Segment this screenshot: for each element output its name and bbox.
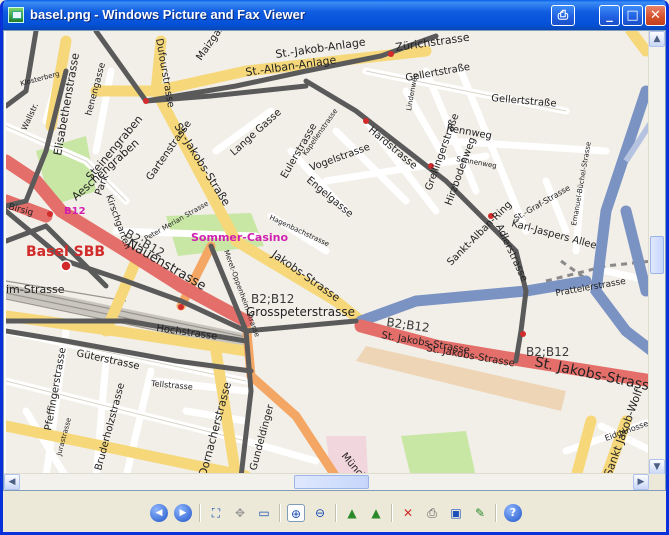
maximize-button[interactable]: □: [622, 5, 643, 26]
map-image[interactable]: St.-Alban-Anlage St.-Jakob-Anlage Zürich…: [6, 31, 652, 477]
previous-image-button[interactable]: ◀: [150, 504, 168, 522]
image-viewport[interactable]: St.-Alban-Anlage St.-Jakob-Anlage Zürich…: [3, 30, 666, 491]
save-button[interactable]: ▣: [447, 504, 465, 522]
poi-sommer-casino: Sommer-Casino: [191, 231, 288, 244]
best-fit-button[interactable]: ⛶: [207, 504, 225, 522]
edit-button[interactable]: ✎: [471, 504, 489, 522]
route-label-b2b12-d: B2;B12: [526, 345, 569, 359]
label-grosspeterstrasse: Grosspeterstrasse: [246, 305, 355, 319]
rotate-counterclockwise-button[interactable]: ▲: [367, 504, 385, 522]
close-button[interactable]: ✕: [645, 5, 666, 26]
toolbar-separator: [199, 504, 201, 522]
viewer-toolbar: ◀ ▶ ⛶ ✥ ▭ ⊕ ⊖ ▲ ▲ ✕ ⎙ ▣ ✎ ?: [3, 491, 666, 532]
toolbar-separator: [391, 504, 393, 522]
next-image-button[interactable]: ▶: [174, 504, 192, 522]
scroll-up-arrow-icon[interactable]: ▲: [649, 31, 665, 47]
printer-icon[interactable]: ⎙: [551, 5, 575, 26]
rotate-clockwise-button[interactable]: ▲: [343, 504, 361, 522]
delete-button[interactable]: ✕: [399, 504, 417, 522]
vertical-scrollbar[interactable]: ▲ ▼: [648, 31, 665, 475]
poi-basel-sbb: Basel SBB: [26, 244, 105, 260]
window-title: basel.png - Windows Picture and Fax View…: [30, 7, 305, 22]
toolbar-separator: [495, 504, 497, 522]
picture-viewer-icon: [8, 7, 24, 23]
zoom-out-button[interactable]: ⊖: [311, 504, 329, 522]
help-button[interactable]: ?: [504, 504, 522, 522]
scroll-left-arrow-icon[interactable]: ◀: [4, 474, 20, 490]
minimize-button[interactable]: _: [599, 5, 620, 26]
slideshow-button[interactable]: ▭: [255, 504, 273, 522]
scrollbar-corner: [649, 474, 665, 490]
label-am-strasse: im-Strasse: [6, 283, 65, 296]
scroll-down-arrow-icon[interactable]: ▼: [649, 459, 665, 475]
vertical-scroll-thumb[interactable]: [650, 236, 664, 274]
toolbar-separator: [335, 504, 337, 522]
route-label-b2b12-b: B2;B12: [251, 292, 294, 306]
print-button[interactable]: ⎙: [423, 504, 441, 522]
toolbar-separator: [279, 504, 281, 522]
park-area: [401, 431, 476, 477]
scroll-right-arrow-icon[interactable]: ▶: [633, 474, 649, 490]
title-bar[interactable]: basel.png - Windows Picture and Fax View…: [3, 0, 666, 30]
zoom-in-button[interactable]: ⊕: [287, 504, 305, 522]
actual-size-button[interactable]: ✥: [231, 504, 249, 522]
picture-viewer-window: basel.png - Windows Picture and Fax View…: [0, 0, 669, 535]
map-canvas: St.-Alban-Anlage St.-Jakob-Anlage Zürich…: [6, 31, 652, 477]
route-label-b12: B12: [64, 206, 86, 217]
horizontal-scroll-thumb[interactable]: [294, 475, 369, 489]
horizontal-scrollbar[interactable]: ◀ ▶: [4, 473, 649, 490]
